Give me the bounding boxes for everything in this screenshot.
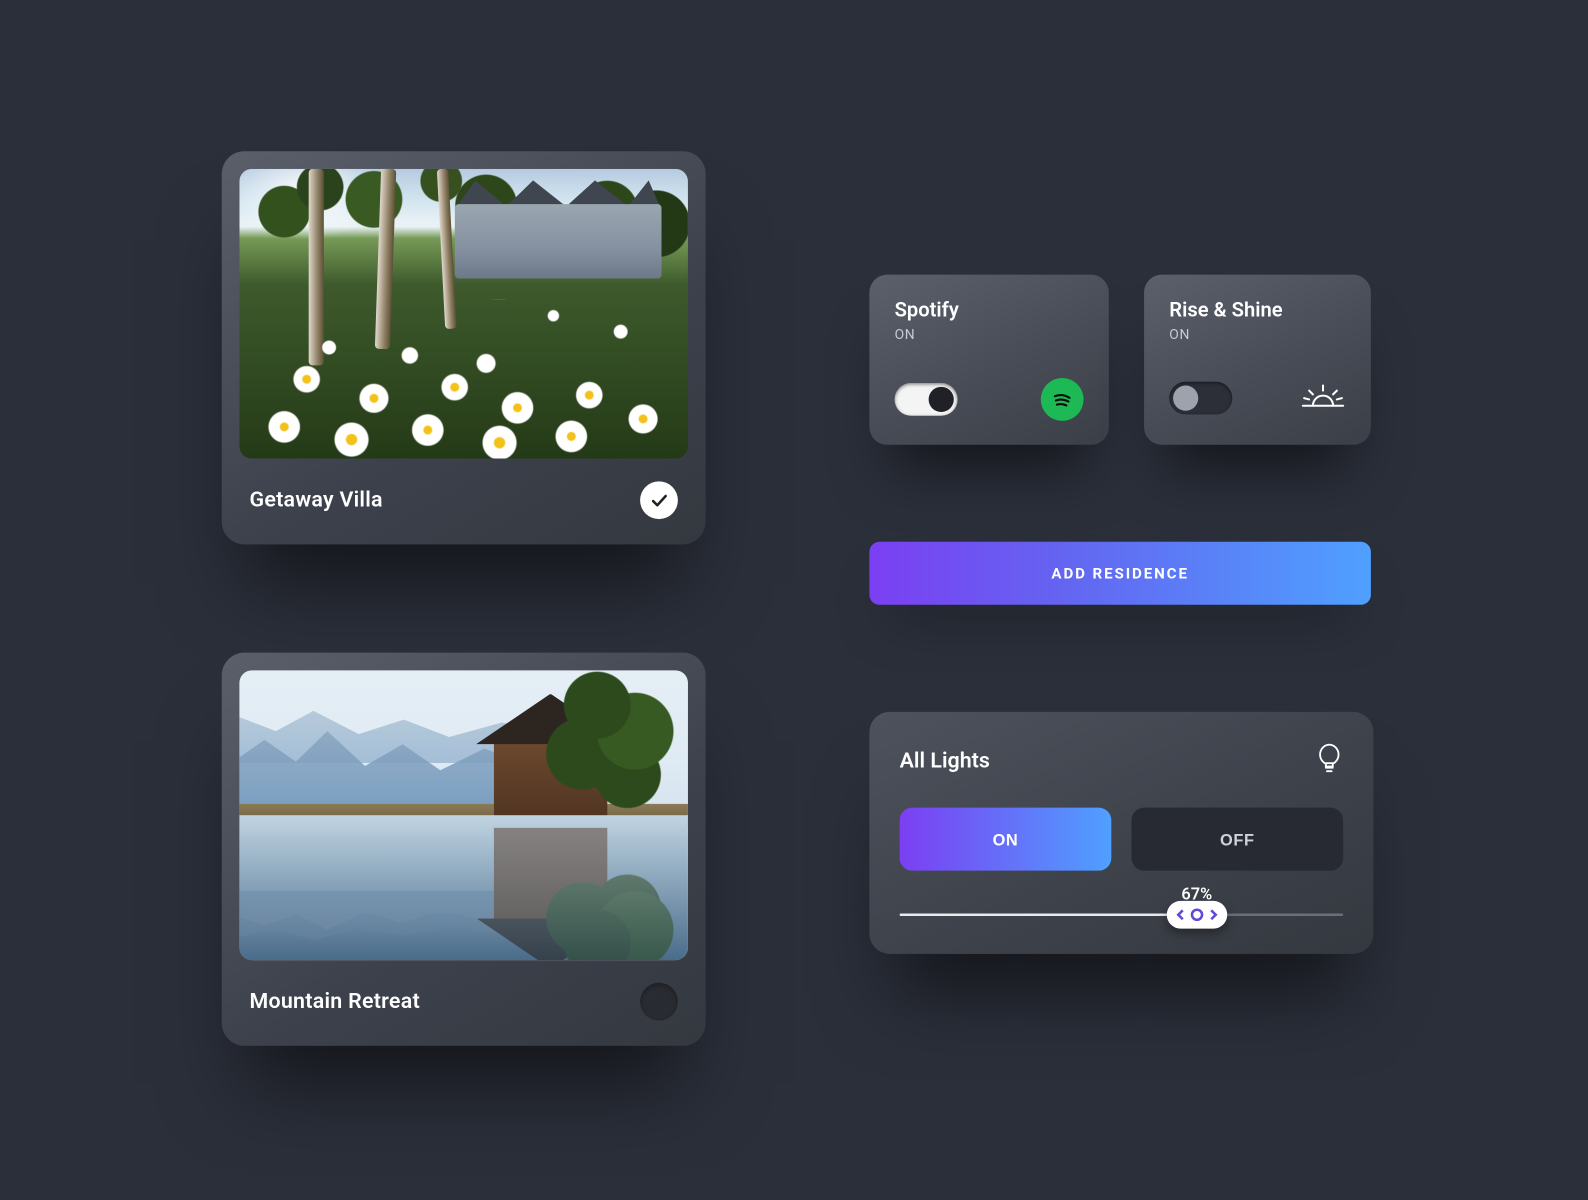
selected-check-icon[interactable] xyxy=(640,481,678,519)
toggle-switch[interactable] xyxy=(895,383,958,416)
residence-card-mountain-retreat[interactable]: Mountain Retreat xyxy=(222,653,706,1046)
spotify-icon xyxy=(1041,378,1084,421)
chevron-right-icon xyxy=(1207,909,1218,920)
residence-title: Mountain Retreat xyxy=(249,989,419,1014)
slider-thumb[interactable] xyxy=(1167,901,1227,929)
quick-toggle-status: ON xyxy=(1169,326,1345,342)
brightness-slider[interactable]: 67% xyxy=(900,914,1344,917)
slider-dot-icon xyxy=(1190,908,1203,921)
all-lights-card: All Lights ON OFF 67% xyxy=(869,712,1373,954)
add-residence-button[interactable]: ADD RESIDENCE xyxy=(869,542,1370,605)
quick-toggle-title: Spotify xyxy=(895,297,1084,321)
lights-on-label: ON xyxy=(993,830,1019,849)
chevron-left-icon xyxy=(1176,909,1187,920)
select-residence-button[interactable] xyxy=(640,983,678,1021)
quick-toggle-status: ON xyxy=(895,326,1084,342)
lights-on-button[interactable]: ON xyxy=(900,808,1112,871)
lights-off-button[interactable]: OFF xyxy=(1131,808,1343,871)
sunrise-icon xyxy=(1300,378,1345,418)
quick-toggle-title: Rise & Shine xyxy=(1169,297,1345,321)
residence-title: Getaway Villa xyxy=(249,488,382,513)
lightbulb-icon xyxy=(1315,742,1343,780)
lights-off-label: OFF xyxy=(1220,830,1255,849)
toggle-switch[interactable] xyxy=(1169,382,1232,415)
add-residence-label: ADD RESIDENCE xyxy=(1051,564,1188,582)
residence-card-getaway-villa[interactable]: Getaway Villa xyxy=(222,151,706,544)
residence-photo xyxy=(239,169,688,459)
lights-title: All Lights xyxy=(900,748,990,773)
quick-toggle-spotify[interactable]: Spotify ON xyxy=(869,275,1108,445)
residence-photo xyxy=(239,670,688,960)
quick-toggle-rise-and-shine[interactable]: Rise & Shine ON xyxy=(1144,275,1371,445)
